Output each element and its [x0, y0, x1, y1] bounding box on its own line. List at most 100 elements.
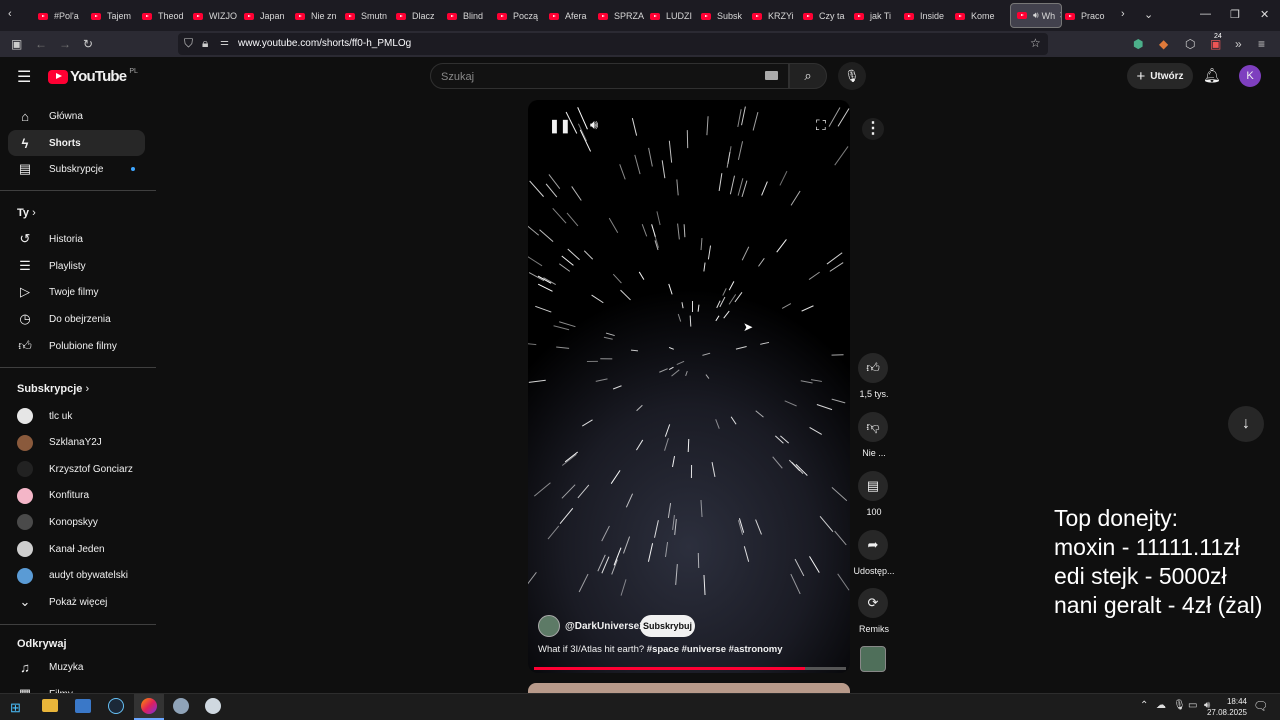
create-button[interactable]: + Utwórz: [1127, 63, 1193, 89]
sidebar-subscription-item[interactable]: Kanał Jeden: [8, 536, 145, 562]
channel-avatar[interactable]: [538, 615, 560, 637]
taskbar-active-app[interactable]: [134, 694, 164, 720]
sidebar-item-your-videos[interactable]: ▷ Twoje filmy: [8, 279, 145, 305]
browser-tab[interactable]: Inside: [904, 4, 949, 28]
app-icon[interactable]: [205, 698, 221, 714]
app-icon[interactable]: [173, 698, 189, 714]
fullscreen-icon[interactable]: ⛶: [816, 117, 826, 134]
clock[interactable]: 18:44 27.08.2025: [1203, 696, 1247, 718]
tab-close-icon[interactable]: ✕: [1059, 10, 1061, 21]
sidebar-item-home[interactable]: ⌂ Główna: [8, 103, 145, 129]
browser-tab[interactable]: Blind: [447, 4, 491, 28]
forward-icon[interactable]: →: [59, 37, 71, 51]
file-explorer-icon[interactable]: [42, 699, 58, 712]
audio-thumbnail[interactable]: [860, 646, 886, 672]
account-avatar[interactable]: K: [1239, 65, 1261, 87]
close-window-icon[interactable]: ✕: [1260, 8, 1269, 21]
lock-icon[interactable]: 🔒︎: [202, 36, 208, 50]
windows-start-icon[interactable]: ⊞: [10, 700, 21, 716]
sidebar-subscription-item[interactable]: Konfitura: [8, 483, 145, 509]
comments-button[interactable]: ▤: [858, 471, 888, 501]
maximize-icon[interactable]: ❐: [1230, 8, 1240, 21]
sidebar-item-watch-later[interactable]: ◷ Do obejrzenia: [8, 306, 145, 332]
browser-tab[interactable]: Subsk: [701, 4, 746, 28]
show-more-button[interactable]: ⌄ Pokaż więcej: [8, 589, 145, 615]
browser-tab[interactable]: Smutn: [345, 4, 390, 28]
short-video-player[interactable]: ❚❚ 🔊︎ ⛶ ➤ @DarkUniverse2 Subskrybuj What…: [528, 100, 850, 673]
sidebar-item-shorts[interactable]: ϟ Shorts: [8, 130, 145, 156]
sidebar-item-history[interactable]: ↺ Historia: [8, 226, 145, 252]
url-bar[interactable]: ⛉ 🔒︎ ⚌ www.youtube.com/shorts/ff0-h_PMLO…: [178, 33, 1048, 55]
next-short-button[interactable]: ↓: [1228, 406, 1264, 442]
bookmark-star-icon[interactable]: ☆: [1030, 36, 1041, 50]
network-icon[interactable]: ▭: [1188, 700, 1197, 711]
notifications-bell-icon[interactable]: 🔔︎: [1203, 67, 1221, 84]
permissions-icon[interactable]: ⚌: [220, 36, 229, 50]
channel-name[interactable]: @DarkUniverse2: [565, 621, 645, 632]
you-section-title[interactable]: Ty ›: [17, 207, 36, 219]
reload-icon[interactable]: ↻: [83, 37, 93, 51]
browser-tab[interactable]: WIZJO: [193, 4, 238, 28]
browser-tab[interactable]: Afera: [549, 4, 592, 28]
sidebar-subscription-item[interactable]: SzklanaY2J: [8, 430, 145, 456]
sidebar-item-music[interactable]: ♫ Muzyka: [8, 654, 145, 680]
tab-audio-icon[interactable]: 🔊︎: [1033, 10, 1039, 21]
browser-tab[interactable]: Czy ta: [803, 4, 848, 28]
remix-button[interactable]: ⟳: [858, 588, 888, 618]
browser-tab[interactable]: KRZYi: [752, 4, 797, 28]
microphone-tray-icon[interactable]: 🎙︎: [1173, 700, 1186, 711]
app-icon[interactable]: [75, 699, 91, 713]
browser-tab[interactable]: jak Ti: [854, 4, 898, 28]
browser-tab[interactable]: LUDZI: [650, 4, 695, 28]
pause-icon[interactable]: ❚❚: [549, 118, 571, 134]
browser-tab[interactable]: Praco: [1065, 4, 1110, 28]
browser-tab[interactable]: Theod: [142, 4, 187, 28]
tab-scroll-right-icon[interactable]: ›: [1121, 8, 1125, 20]
search-button[interactable]: ⌕: [789, 63, 827, 89]
sidebar-subscription-item[interactable]: Konopskyy: [8, 509, 145, 535]
steam-icon[interactable]: [108, 698, 124, 714]
sidebar-subscription-item[interactable]: audyt obywatelski: [8, 563, 145, 589]
hashtags[interactable]: #space #universe #astronomy: [647, 644, 783, 655]
browser-tab[interactable]: Tajem: [91, 4, 137, 28]
sidebar-toggle-icon[interactable]: ▣: [11, 37, 22, 51]
extensions-icon[interactable]: ⬡: [1185, 37, 1195, 51]
tray-overflow-icon[interactable]: ⌃: [1140, 700, 1148, 711]
browser-tab[interactable]: Kome: [955, 4, 999, 28]
back-icon[interactable]: ←: [35, 37, 47, 51]
extension-shield-icon[interactable]: ⬢: [1133, 37, 1143, 51]
keyboard-icon[interactable]: [765, 71, 778, 80]
overflow-chevron-icon[interactable]: »: [1235, 37, 1242, 51]
browser-tab[interactable]: #Pol'a: [38, 4, 82, 28]
sidebar-item-liked[interactable]: 👍︎ Polubione filmy: [8, 333, 145, 359]
minimize-icon[interactable]: —: [1200, 8, 1211, 20]
sidebar-item-label: Polubione filmy: [49, 340, 117, 352]
cloud-icon[interactable]: ☁: [1156, 700, 1166, 711]
progress-bar[interactable]: [534, 667, 846, 670]
shield-icon[interactable]: ⛉: [184, 36, 193, 50]
sidebar-subscription-item[interactable]: tlc uk: [8, 403, 145, 429]
share-button[interactable]: ➦: [858, 530, 888, 560]
browser-tab[interactable]: Dlacz: [396, 4, 441, 28]
search-input[interactable]: Szukaj: [430, 63, 789, 89]
voice-search-button[interactable]: 🎙︎: [838, 62, 866, 90]
like-button[interactable]: 👍︎: [858, 353, 888, 383]
tab-scroll-left-icon[interactable]: ‹: [8, 8, 12, 20]
subscribe-button[interactable]: Subskrybuj: [640, 615, 695, 637]
extension-fox-icon[interactable]: ◆: [1159, 37, 1168, 51]
browser-tab[interactable]: Począ: [497, 4, 543, 28]
browser-tab[interactable]: SPRZA: [598, 4, 644, 28]
more-options-icon[interactable]: ⋮: [862, 118, 884, 140]
sidebar-item-subscriptions[interactable]: ▤ Subskrypcje: [8, 156, 145, 182]
subscriptions-section-title[interactable]: Subskrypcje ›: [17, 383, 89, 395]
sidebar-item-playlists[interactable]: ☰ Playlisty: [8, 253, 145, 279]
tab-list-icon[interactable]: ⌄: [1144, 8, 1153, 21]
sidebar-subscription-item[interactable]: Krzysztof Gonciarz: [8, 456, 145, 482]
notifications-icon[interactable]: 🗨︎: [1253, 699, 1268, 713]
dislike-button[interactable]: 👎︎: [858, 412, 888, 442]
volume-icon[interactable]: 🔊︎: [590, 117, 598, 133]
browser-tab[interactable]: 🔊︎Wh✕: [1010, 3, 1062, 28]
menu-icon[interactable]: ≡: [1258, 37, 1265, 51]
browser-tab[interactable]: Japan: [244, 4, 288, 28]
browser-tab[interactable]: Nie zn: [295, 4, 339, 28]
